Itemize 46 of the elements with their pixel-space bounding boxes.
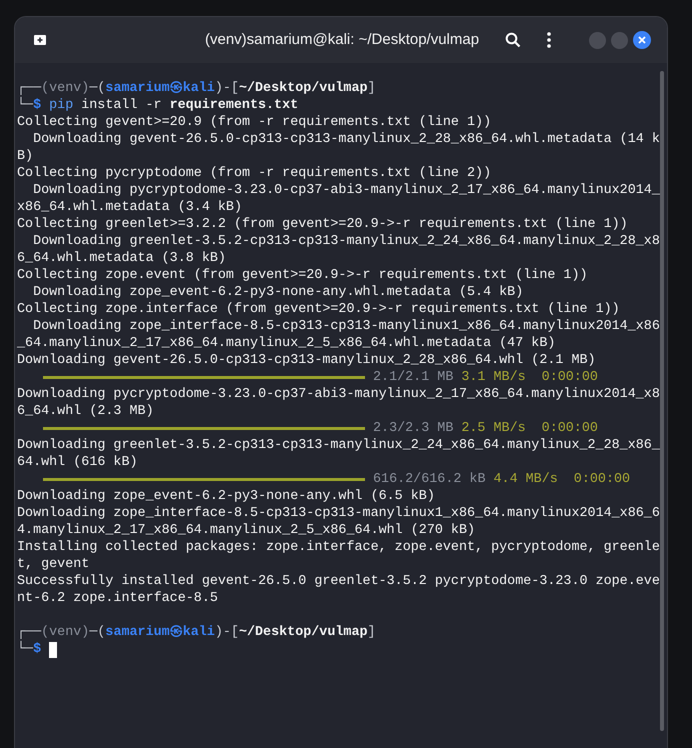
output-line: 6_64.whl (2.3 MB) <box>17 403 154 420</box>
download-size: 2.3/2.3 MB <box>373 420 454 437</box>
download-size: 2.1/2.1 MB <box>373 369 454 386</box>
output-line: Downloading greenlet-3.5.2-cp313-cp313-manylinux_2_24_x86_64.manylinux_2_28_x8 <box>32 233 660 250</box>
close-button[interactable] <box>633 31 651 49</box>
search-icon[interactable] <box>505 32 521 48</box>
download-eta: 0:00:00 <box>542 369 598 386</box>
output-line: t, gevent <box>17 556 90 573</box>
window-title: (venv)samarium@kali: ~/Desktop/vulmap <box>205 30 480 50</box>
output-line: 64.whl (616 kB) <box>17 454 138 471</box>
download-speed: 3.1 MB/s <box>461 369 526 386</box>
close-icon <box>638 36 646 44</box>
output-line: Collecting greenlet>=3.2.2 (from gevent>=20.9->-r requirements.txt (line 1)) <box>17 216 628 233</box>
output-line: B) <box>17 148 34 165</box>
output-line: 6_64.whl.metadata (3.8 kB) <box>17 250 226 267</box>
output-line: Collecting pycryptodome (from -r requirements.txt (line 2)) <box>17 165 492 182</box>
download-eta: 0:00:00 <box>574 471 630 488</box>
output-line: Downloading gevent-26.5.0-cp313-cp313-manylinux_2_28_x86_64.whl.metadata (14 k <box>32 131 660 148</box>
download-speed: 2.5 MB/s <box>461 420 526 437</box>
output-line: Downloading zope_event-6.2-py3-none-any.whl (6.5 kB) <box>17 488 435 505</box>
output-line: Downloading gevent-26.5.0-cp313-cp313-manylinux_2_28_x86_64.whl (2.1 MB) <box>17 352 596 369</box>
output-line: Collecting gevent>=20.9 (from -r requirements.txt (line 1)) <box>17 114 492 131</box>
output-line: x86_64.whl.metadata (3.4 kB) <box>17 199 242 216</box>
output-line: Downloading pycryptodome-3.23.0-cp37-abi3-manylinux_2_17_x86_64.manylinux2014_x8 <box>17 386 660 403</box>
prompt-line: ┌──(venv)─(samarium㉿kali)-[~/Desktop/vulmap] <box>17 624 376 640</box>
menu-icon[interactable] <box>547 32 551 48</box>
output-line: Downloading greenlet-3.5.2-cp313-cp313-manylinux_2_24_x86_64.manylinux_2_28_x86_ <box>17 437 660 454</box>
prompt-line: └─$ <box>17 641 42 658</box>
prompt-line: ┌──(venv)─(samarium㉿kali)-[~/Desktop/vulmap] <box>17 80 376 96</box>
download-eta: 0:00:00 <box>542 420 598 437</box>
output-line: _64.manylinux_2_17_x86_64.manylinux_2_5_x86_64.whl.metadata (47 kB) <box>17 335 556 352</box>
output-line: Installing collected packages: zope.interface, zope.event, pycryptodome, greenle <box>17 539 660 556</box>
output-line: Downloading zope_event-6.2-py3-none-any.whl.metadata (5.4 kB) <box>32 284 524 301</box>
output-line: Collecting zope.interface (from gevent>=20.9->-r requirements.txt (line 1)) <box>17 301 620 318</box>
output-line: Collecting zope.event (from gevent>=20.9->-r requirements.txt (line 1)) <box>17 267 588 284</box>
download-speed: 4.4 MB/s <box>494 471 558 488</box>
output-line: 4.manylinux_2_17_x86_64.manylinux_2_5_x86_64.whl (270 kB) <box>17 522 476 539</box>
new-tab-icon[interactable] <box>33 34 47 46</box>
download-size: 616.2/616.2 kB <box>373 471 486 488</box>
output-line: Downloading zope_interface-8.5-cp313-cp313-manylinux1_x86_64.manylinux2014_x86 <box>32 318 660 335</box>
output-line: Downloading pycryptodome-3.23.0-cp37-abi3-manylinux_2_17_x86_64.manylinux2014_ <box>32 182 660 199</box>
output-line: Successfully installed gevent-26.5.0 greenlet-3.5.2 pycryptodome-3.23.0 zope.eve <box>17 573 660 590</box>
scrollbar[interactable] <box>660 71 664 731</box>
output-line: nt-6.2 zope.interface-8.5 <box>17 590 218 607</box>
prompt-line: └─$ pip install -r requirements.txt <box>17 97 298 114</box>
output-line: Downloading zope_interface-8.5-cp313-cp313-manylinux1_x86_64.manylinux2014_x86_6 <box>17 505 660 522</box>
